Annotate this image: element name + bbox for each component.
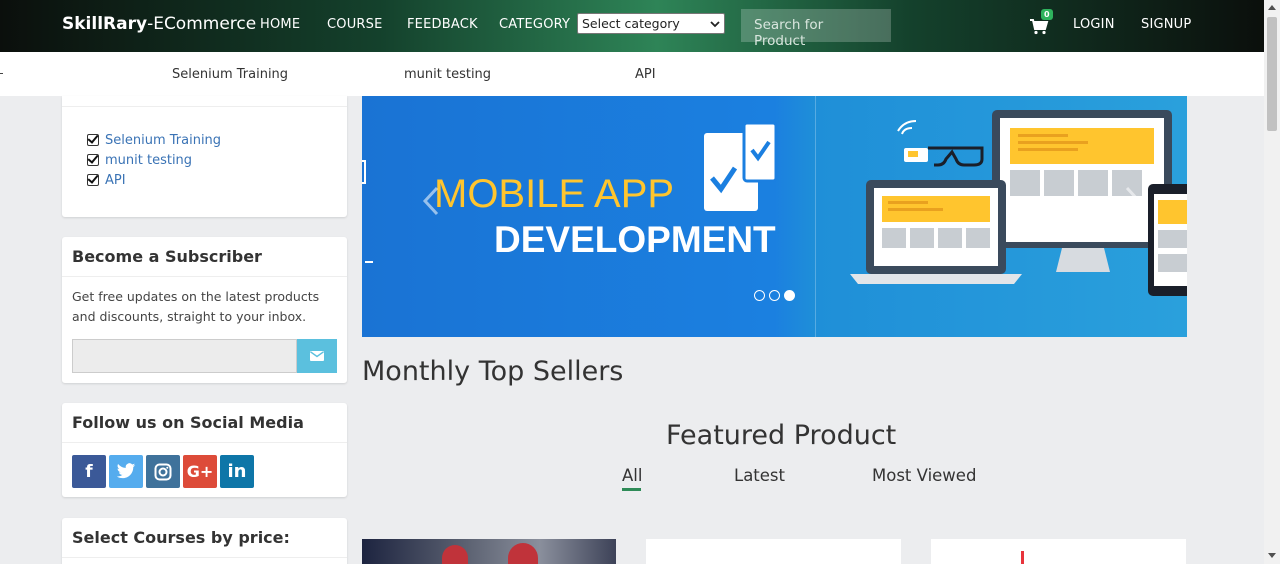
carousel-edge-decoration [362, 160, 366, 184]
featured-product-title: Featured Product [666, 420, 897, 451]
carousel-next-arrow-icon[interactable] [1124, 186, 1142, 216]
subscribe-button[interactable] [297, 339, 337, 373]
tab-most-viewed[interactable]: Most Viewed [872, 466, 976, 485]
product-image-detail [508, 543, 538, 564]
instagram-icon[interactable] [146, 455, 180, 488]
subscriber-panel: Become a Subscriber Get free updates on … [62, 237, 347, 383]
scroll-down-icon[interactable] [1268, 553, 1276, 558]
scroll-up-icon[interactable] [1268, 5, 1276, 10]
product-image-detail [1021, 551, 1024, 564]
cart-count-badge: 0 [1041, 9, 1053, 20]
nav-category[interactable]: CATEGORY [499, 17, 570, 32]
carousel-dot[interactable] [754, 290, 765, 301]
envelope-icon [310, 351, 324, 361]
mobile-check-illustration [704, 121, 778, 211]
google-plus-icon[interactable]: G+ [183, 455, 217, 488]
checkbox-checked-icon[interactable] [87, 174, 99, 186]
carousel-edge-decoration [365, 261, 373, 263]
chevron-down-icon [710, 20, 720, 27]
nav-feedback[interactable]: FEEDBACK [407, 17, 478, 32]
category-filter-label[interactable]: Selenium Training [105, 133, 221, 148]
category-filter-item[interactable]: API [87, 170, 221, 190]
nav-course[interactable]: COURSE [327, 17, 383, 32]
subnav-item-munit[interactable]: munit testing [404, 67, 491, 82]
social-title: Follow us on Social Media [62, 403, 347, 443]
category-select-value: Select category [582, 16, 680, 31]
subscriber-title: Become a Subscriber [62, 237, 347, 277]
tab-latest[interactable]: Latest [734, 466, 785, 485]
category-filter-item[interactable]: Selenium Training [87, 130, 221, 150]
social-panel: Follow us on Social Media f G+ in [62, 403, 347, 497]
page-scrollbar[interactable] [1264, 0, 1280, 564]
price-filter-title: Select Courses by price: [62, 518, 347, 558]
subscribe-form [72, 339, 337, 373]
subnav-item-api[interactable]: API [635, 67, 656, 82]
checkbox-checked-icon[interactable] [87, 154, 99, 166]
linkedin-icon[interactable]: in [220, 455, 254, 488]
carousel-title-line1: MOBILE APP [434, 172, 675, 216]
carousel-dot-active[interactable] [784, 290, 795, 301]
twitter-icon[interactable] [109, 455, 143, 488]
brand-logo[interactable]: SkillRary-ECommerce [62, 14, 256, 34]
subscriber-description: Get free updates on the latest products … [72, 289, 320, 324]
category-filter-panel: Selenium Training munit testing API [62, 96, 347, 217]
product-card-image[interactable] [362, 539, 616, 564]
checkbox-checked-icon[interactable] [87, 134, 99, 146]
product-image-detail [442, 545, 468, 564]
product-card-image[interactable] [646, 539, 901, 564]
brand-name-rest: -ECommerce [147, 14, 257, 34]
subnav-item-selenium[interactable]: Selenium Training [172, 67, 288, 82]
price-filter-panel: Select Courses by price: [62, 518, 347, 564]
search-input[interactable]: Search for Product [741, 9, 891, 49]
carousel-indicators [754, 290, 795, 301]
scrollbar-thumb[interactable] [1267, 17, 1277, 131]
hero-carousel[interactable]: MOBILE APP DEVELOPMENT [362, 96, 1187, 337]
panel-divider [62, 106, 347, 107]
facebook-icon[interactable]: f [72, 455, 106, 488]
carousel-title-line2: DEVELOPMENT [494, 219, 776, 260]
monthly-top-sellers-title: Monthly Top Sellers [362, 356, 624, 387]
product-card-image[interactable] [931, 539, 1186, 564]
category-filter-label[interactable]: API [105, 173, 126, 188]
subnav-divider [0, 73, 3, 74]
subscribe-email-input[interactable] [72, 339, 297, 373]
tab-all[interactable]: All [622, 466, 642, 485]
carousel-prev-arrow-icon[interactable] [422, 186, 440, 216]
category-filter-list: Selenium Training munit testing API [87, 130, 221, 190]
category-filter-label[interactable]: munit testing [105, 153, 192, 168]
nav-signup[interactable]: SIGNUP [1141, 17, 1191, 32]
category-filter-item[interactable]: munit testing [87, 150, 221, 170]
slide-divider [815, 96, 816, 337]
top-navbar: SkillRary-ECommerce HOME COURSE FEEDBACK… [0, 0, 1264, 52]
carousel-dot[interactable] [769, 290, 780, 301]
active-tab-indicator [622, 488, 641, 491]
nav-home[interactable]: HOME [260, 17, 300, 32]
category-select[interactable]: Select category [577, 13, 725, 34]
nav-login[interactable]: LOGIN [1073, 17, 1115, 32]
brand-name-bold: SkillRary [62, 14, 148, 34]
category-subnav: Selenium Training munit testing API [0, 52, 1264, 96]
social-icons: f G+ in [72, 455, 254, 488]
